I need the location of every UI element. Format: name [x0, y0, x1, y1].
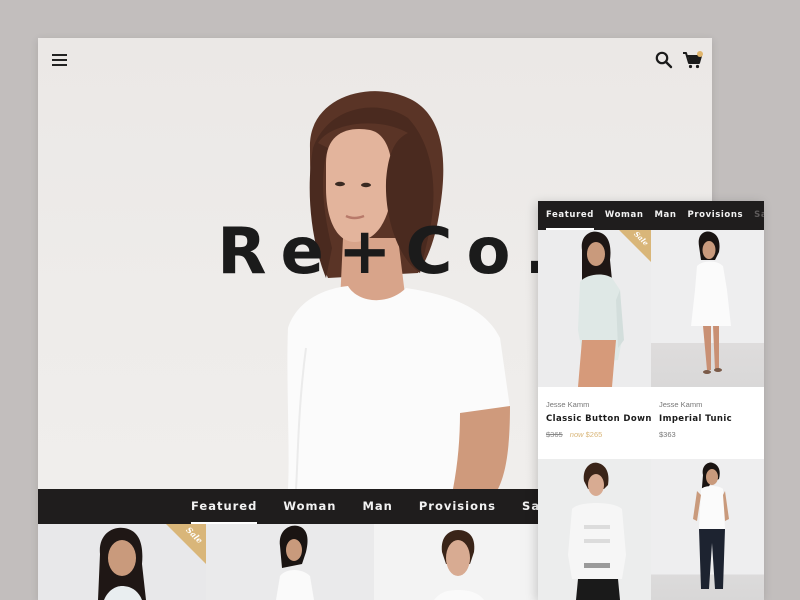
- hamburger-line: [52, 54, 67, 56]
- product-price: $365 now $265: [546, 430, 651, 439]
- product-price: $363: [659, 430, 764, 439]
- nav-tab-featured[interactable]: Featured: [191, 489, 258, 524]
- nav-tab-woman[interactable]: Woman: [283, 489, 336, 524]
- nav-tab-provisions[interactable]: Provisions: [419, 489, 496, 524]
- mobile-nav-tab-man[interactable]: Man: [654, 201, 676, 230]
- mobile-nav-tab-provisions[interactable]: Provisions: [688, 201, 744, 230]
- mobile-nav-tab-woman[interactable]: Woman: [605, 201, 644, 230]
- product-brand: Jesse Kamm: [659, 400, 703, 409]
- product-card[interactable]: [206, 524, 374, 600]
- cart-icon[interactable]: [682, 50, 704, 70]
- product-image: [568, 462, 626, 600]
- mobile-site-preview: Featured Woman Man Provisions Sale Sale: [538, 201, 764, 600]
- product-card-imperial-tunic[interactable]: [651, 230, 764, 387]
- hamburger-line: [52, 59, 67, 61]
- product-name[interactable]: Imperial Tunic: [659, 414, 764, 424]
- sale-now-label: now: [569, 430, 584, 439]
- product-image: [693, 462, 729, 589]
- product-image: [276, 525, 314, 600]
- product-name[interactable]: Classic Button Down: [546, 414, 651, 424]
- hamburger-line: [52, 64, 67, 66]
- product-card[interactable]: [651, 459, 764, 600]
- sale-price: $265: [585, 430, 603, 439]
- mobile-nav-tab-sale[interactable]: Sale: [754, 201, 764, 230]
- price: $363: [659, 430, 676, 439]
- product-brand: Jesse Kamm: [546, 400, 590, 409]
- mobile-nav-tab-featured[interactable]: Featured: [546, 201, 594, 230]
- original-price: $365: [546, 430, 563, 439]
- product-info: Jesse Kamm Classic Button Down $365 now …: [538, 387, 651, 459]
- nav-tab-man[interactable]: Man: [362, 489, 392, 524]
- category-nav-mobile: Featured Woman Man Provisions Sale: [538, 201, 764, 230]
- product-info: Jesse Kamm Imperial Tunic $363: [651, 387, 764, 459]
- hamburger-menu-icon[interactable]: [52, 54, 68, 66]
- product-card-classic-button-down[interactable]: Sale: [538, 230, 651, 387]
- cart-badge: [697, 51, 703, 57]
- search-icon[interactable]: [655, 51, 673, 69]
- product-image: [691, 231, 731, 374]
- product-card[interactable]: [538, 459, 651, 600]
- product-card[interactable]: Sale: [38, 524, 206, 600]
- mobile-product-grid: Sale Jesse Kamm Classic Button Down $365: [538, 230, 764, 600]
- product-info-row: Jesse Kamm Classic Button Down $365 now …: [538, 387, 764, 459]
